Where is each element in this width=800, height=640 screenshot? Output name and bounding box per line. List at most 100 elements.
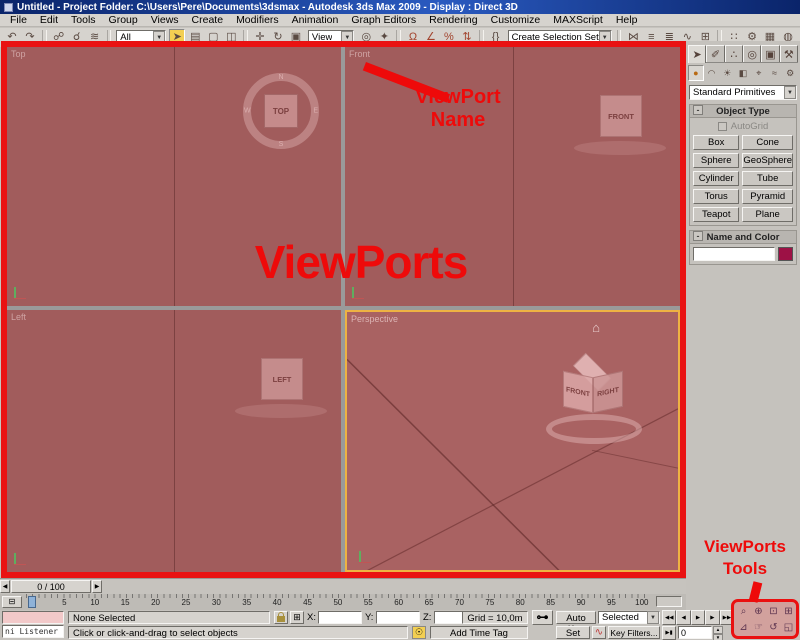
primitives-category-dropdown[interactable]: Standard Primitives ▼ [689,85,797,100]
pan-icon[interactable]: ☞ [751,620,766,637]
tube-button[interactable]: Tube [742,171,793,186]
auto-key-button[interactable]: Auto Key [556,611,596,635]
category-shapes[interactable]: ◠ [703,65,720,81]
menu-rendering[interactable]: Rendering [429,14,477,26]
current-frame-field[interactable] [678,626,712,639]
viewcube-perspective[interactable]: FRONT RIGHT [546,352,642,448]
viewport-front-label[interactable]: Front [349,49,370,59]
menu-views[interactable]: Views [151,14,179,26]
collapse-icon[interactable]: - [693,105,703,115]
viewcube-top[interactable]: N E S W TOP [243,73,319,149]
time-tag-icon[interactable]: ☉ [412,626,426,639]
compass-east-label[interactable]: E [313,108,318,115]
macro-recorder-pane[interactable] [2,611,64,624]
geosphere-button[interactable]: GeoSphere [742,153,793,168]
spinner-up-icon[interactable]: ▲ [713,626,723,634]
menu-help[interactable]: Help [616,14,638,26]
viewcube-front[interactable]: FRONT [600,95,642,137]
app-icon[interactable] [4,2,13,12]
play-button[interactable]: ▶ [690,610,706,625]
x-coordinate-field[interactable] [318,611,362,624]
arc-rotate-icon[interactable]: ↺ [766,620,781,637]
cylinder-button[interactable]: Cylinder [693,171,740,186]
viewport-perspective-label[interactable]: Perspective [351,314,398,324]
cone-button[interactable]: Cone [742,135,793,150]
timeline-frame-marker[interactable] [28,596,36,608]
add-time-tag-button[interactable]: Add Time Tag [430,626,528,639]
animate-selected-dropdown[interactable]: Selected ▼ [598,611,660,624]
time-slider-right-arrow[interactable]: ▶ [92,580,102,593]
tab-modify[interactable]: ✐ [706,45,725,62]
maxscript-mini-listener[interactable]: ni Listener [2,625,64,638]
menu-graph-editors[interactable]: Graph Editors [351,14,416,26]
menu-maxscript[interactable]: MAXScript [553,14,603,26]
tab-create[interactable]: ➤ [688,45,707,63]
track-bar[interactable]: ⊟ 05101520253035404550556065707580859095… [0,594,686,610]
menu-customize[interactable]: Customize [491,14,541,26]
y-coordinate-field[interactable] [376,611,420,624]
torus-button[interactable]: Torus [693,189,740,204]
zoom-extents-icon[interactable]: ⊡ [766,603,781,620]
maximize-viewport-toggle-icon[interactable]: ◱ [781,620,796,637]
set-keys-button[interactable]: ⊶ [532,610,553,625]
viewcube-front-face[interactable]: FRONT [563,370,593,414]
sphere-button[interactable]: Sphere [693,153,740,168]
category-systems[interactable]: ⚙ [782,65,799,81]
zoom-icon[interactable]: ⌕ [736,603,751,620]
chevron-down-icon[interactable]: ▼ [784,86,796,99]
tab-hierarchy[interactable]: ∴ [724,45,743,62]
compass-south-label[interactable]: S [279,141,284,148]
set-key-button[interactable]: Set Key [556,626,590,640]
zoom-extents-all-icon[interactable]: ⊞ [781,603,796,620]
goto-start-button[interactable]: ◀◀ [662,610,677,625]
key-filters-button[interactable]: Key Filters... [608,626,660,639]
spinner-down-icon[interactable]: ▼ [713,634,723,640]
viewport-left-label[interactable]: Left [11,312,26,322]
menu-file[interactable]: File [10,14,27,26]
selection-lock-toggle[interactable] [274,611,288,624]
viewcube-left[interactable]: LEFT [261,358,303,400]
menu-animation[interactable]: Animation [292,14,339,26]
collapse-icon[interactable]: - [693,231,703,241]
name-and-color-rollout-header[interactable]: - Name and Color [690,231,796,244]
pyramid-button[interactable]: Pyramid [742,189,793,204]
plane-button[interactable]: Plane [742,207,793,222]
menu-tools[interactable]: Tools [71,14,96,26]
object-type-rollout-header[interactable]: - Object Type [690,105,796,118]
viewport-top-label[interactable]: Top [11,49,26,59]
tab-motion[interactable]: ◎ [742,45,762,62]
key-filter-curve-icon[interactable]: ∿ [592,626,606,639]
menu-edit[interactable]: Edit [40,14,58,26]
object-color-swatch[interactable] [778,247,793,261]
viewcube-compass-ring[interactable] [546,414,642,444]
goto-end-frame-button[interactable]: ▶▮ [662,626,676,640]
tab-utilities[interactable]: ⚒ [779,45,798,62]
menu-modifiers[interactable]: Modifiers [236,14,279,26]
tab-display[interactable]: ▣ [761,45,780,62]
menu-create[interactable]: Create [192,14,224,26]
category-lights[interactable]: ☀ [719,65,736,81]
absolute-offset-toggle[interactable]: ⊞ [290,611,304,624]
time-slider-grip[interactable]: 0 / 100 [11,580,91,593]
next-frame-button[interactable]: ▶ [705,610,720,625]
previous-frame-button[interactable]: ◀ [676,610,691,625]
compass-north-label[interactable]: N [278,74,283,81]
viewport-perspective[interactable]: Perspective ⌂ FRONT RIGHT [345,310,680,572]
viewcube-home-icon[interactable]: ⌂ [592,320,600,335]
box-button[interactable]: Box [693,135,740,150]
object-name-input[interactable] [693,247,775,261]
mini-curve-editor-button[interactable]: ⊟ [2,596,22,608]
viewcube-top-face[interactable]: TOP [264,94,298,128]
viewport-left[interactable]: Left LEFT [7,310,341,572]
time-slider-left-arrow[interactable]: ◀ [0,580,10,593]
category-helpers[interactable]: ⌖ [750,65,767,81]
zoom-all-icon[interactable]: ⊕ [751,603,766,620]
menu-group[interactable]: Group [109,14,138,26]
autogrid-checkbox[interactable] [717,122,727,131]
category-space-warps[interactable]: ≈ [766,65,783,81]
category-cameras[interactable]: ◧ [735,65,751,81]
category-geometry[interactable]: ● [688,65,704,81]
chevron-down-icon[interactable]: ▼ [647,611,659,624]
field-of-view-icon[interactable]: ⊿ [736,620,751,637]
teapot-button[interactable]: Teapot [693,207,740,222]
